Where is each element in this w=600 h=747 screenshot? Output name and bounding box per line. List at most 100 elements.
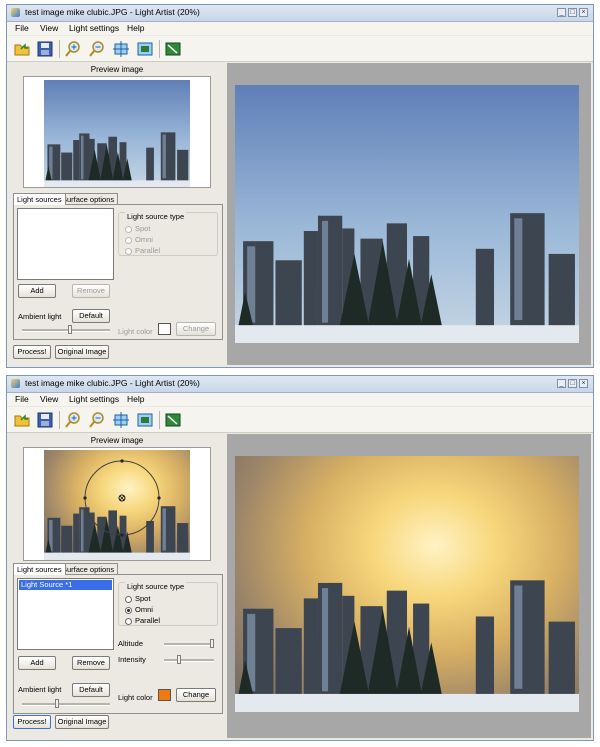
tab-light-sources[interactable]: Light sources	[13, 563, 66, 575]
preview-image[interactable]	[23, 447, 211, 561]
left-panel: Preview image Light sources Surface opti…	[9, 63, 225, 361]
ambient-light-slider[interactable]	[22, 703, 110, 706]
radio-parallel[interactable]: Parallel	[125, 246, 160, 256]
menu-help[interactable]: Help	[127, 394, 144, 404]
radio-button[interactable]	[125, 225, 132, 233]
light-source-type-title: Light source type	[125, 212, 187, 221]
app-icon	[11, 379, 20, 388]
altitude-slider[interactable]	[164, 643, 214, 646]
radio-omni[interactable]: Omni	[125, 605, 153, 615]
actual-size-icon[interactable]	[136, 411, 154, 429]
export-image-icon[interactable]	[164, 411, 182, 429]
zoom-in-icon[interactable]	[64, 411, 82, 429]
image-viewer[interactable]	[227, 434, 591, 738]
app-icon	[11, 8, 20, 17]
close-icon[interactable]: ×	[579, 379, 588, 388]
save-icon[interactable]	[36, 411, 54, 429]
tab-light-sources[interactable]: Light sources	[13, 193, 66, 205]
menu-file[interactable]: File	[15, 23, 29, 33]
original-image-button[interactable]: Original Image	[55, 345, 109, 359]
preview-photo	[44, 80, 190, 187]
radio-spot[interactable]: Spot	[125, 224, 150, 234]
ambient-light-slider-thumb[interactable]	[68, 325, 73, 334]
radio-omni-label: Omni	[135, 235, 153, 244]
radio-omni[interactable]: Omni	[125, 235, 153, 245]
ambient-light-label: Ambient light	[18, 312, 62, 321]
list-item[interactable]: Light Source *1	[19, 580, 112, 590]
add-button[interactable]: Add	[18, 284, 56, 298]
maximize-icon[interactable]: □	[568, 379, 577, 388]
title-bar[interactable]: test image mike clubic.JPG - Light Artis…	[7, 5, 593, 22]
export-image-icon[interactable]	[164, 40, 182, 58]
light-sources-list[interactable]: Light Source *1	[17, 578, 114, 650]
change-color-button[interactable]: Change	[176, 688, 216, 702]
process-button[interactable]: Process!	[13, 715, 51, 729]
save-icon[interactable]	[36, 40, 54, 58]
toolbar-separator	[59, 40, 60, 58]
radio-button[interactable]	[125, 247, 132, 255]
preview-label: Preview image	[90, 65, 144, 74]
close-icon[interactable]: ×	[579, 8, 588, 17]
light-sources-list[interactable]	[17, 208, 114, 280]
add-button[interactable]: Add	[18, 656, 56, 670]
remove-button[interactable]: Remove	[72, 284, 110, 298]
change-color-button[interactable]: Change	[176, 322, 216, 336]
intensity-slider-thumb[interactable]	[177, 655, 181, 664]
light-source-handle[interactable]	[24, 448, 210, 560]
radio-spot[interactable]: Spot	[125, 594, 150, 604]
toolbar-separator	[159, 40, 160, 58]
maximize-icon[interactable]: □	[568, 8, 577, 17]
tab-surface-options[interactable]: Surface options	[58, 193, 119, 204]
menu-bar: File View Light settings Help	[7, 393, 593, 406]
menu-view[interactable]: View	[40, 23, 58, 33]
title-bar[interactable]: test image mike clubic.JPG - Light Artis…	[7, 376, 593, 393]
default-button[interactable]: Default	[72, 683, 110, 697]
actual-size-icon[interactable]	[136, 40, 154, 58]
remove-button[interactable]: Remove	[72, 656, 110, 670]
window-title: test image mike clubic.JPG - Light Artis…	[25, 378, 200, 388]
radio-parallel-label: Parallel	[135, 246, 161, 255]
altitude-slider-thumb[interactable]	[209, 639, 214, 648]
radio-button[interactable]	[125, 617, 132, 625]
menu-view[interactable]: View	[40, 394, 58, 404]
zoom-out-icon[interactable]	[88, 411, 106, 429]
light-source-type-title: Light source type	[125, 582, 187, 591]
original-image-button[interactable]: Original Image	[55, 715, 109, 729]
fit-to-window-icon[interactable]	[112, 40, 130, 58]
radio-spot-label: Spot	[135, 594, 151, 603]
intensity-slider[interactable]	[164, 659, 214, 662]
menu-light-settings[interactable]: Light settings	[69, 394, 119, 404]
city-skyline-image	[235, 580, 579, 712]
app-window-after: test image mike clubic.JPG - Light Artis…	[6, 375, 594, 741]
zoom-in-icon[interactable]	[64, 40, 82, 58]
tab-surface-options[interactable]: Surface options	[58, 563, 119, 574]
ambient-light-slider-thumb[interactable]	[55, 699, 60, 708]
image-viewer[interactable]	[227, 63, 591, 365]
default-button[interactable]: Default	[72, 309, 110, 323]
left-panel: Preview image Light sources Surface opti…	[9, 434, 225, 734]
radio-button[interactable]	[125, 606, 132, 614]
light-color-label: Light color	[118, 327, 153, 336]
window-title: test image mike clubic.JPG - Light Artis…	[25, 7, 200, 17]
zoom-out-icon[interactable]	[88, 40, 106, 58]
open-folder-icon[interactable]	[13, 40, 31, 58]
preview-image[interactable]	[23, 76, 211, 188]
menu-file[interactable]: File	[15, 394, 29, 404]
altitude-label: Altitude	[118, 639, 144, 648]
fit-to-window-icon[interactable]	[112, 411, 130, 429]
ambient-light-label: Ambient light	[18, 685, 62, 694]
menu-light-settings[interactable]: Light settings	[69, 23, 119, 33]
main-photo	[235, 456, 579, 712]
radio-parallel-label: Parallel	[135, 616, 161, 625]
radio-button[interactable]	[125, 595, 132, 603]
city-skyline-image	[44, 132, 190, 187]
radio-parallel[interactable]: Parallel	[125, 616, 160, 626]
toolbar	[7, 407, 593, 433]
ambient-light-slider[interactable]	[22, 329, 110, 332]
process-button[interactable]: Process!	[13, 345, 51, 359]
menu-help[interactable]: Help	[127, 23, 144, 33]
minimize-icon[interactable]: _	[557, 8, 566, 17]
minimize-icon[interactable]: _	[557, 379, 566, 388]
open-folder-icon[interactable]	[13, 411, 31, 429]
radio-button[interactable]	[125, 236, 132, 244]
